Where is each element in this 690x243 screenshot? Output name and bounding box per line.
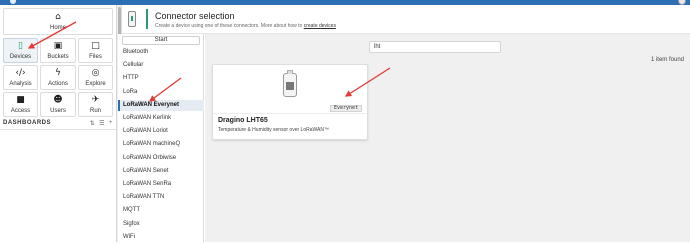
connector-item[interactable]: Bluetooth [118,47,204,58]
subtitle-text: Create a device using one of these conne… [155,23,303,29]
lock-icon: ■ [16,94,25,105]
connector-item[interactable]: MQTT [118,205,204,216]
nav-tile-files[interactable]: □ Files [78,38,113,63]
connector-item[interactable]: LoRaWAN machineQ [118,139,204,150]
dashboards-label: DASHBOARDS [3,120,52,126]
accent-bar [146,9,148,29]
nav-tile-run[interactable]: ✈ Run [78,92,113,117]
page-header: Connector selection Create a device usin… [122,5,690,34]
nav-tile-actions[interactable]: ϟ Actions [40,65,76,90]
connector-item[interactable]: LoRaWAN Kerlink [118,113,204,124]
connector-card[interactable]: Everynet Dragino LHT65 Temperature & Hum… [212,64,368,140]
connector-item[interactable]: LoRaWAN Senet [118,166,204,177]
connector-list: Start Bluetooth Cellular HTTP LoRa LoRaWAN E… [118,34,204,242]
nav-tile-label: Analysis [9,80,32,87]
nav-tile-home[interactable]: ⌂ Home [3,8,113,35]
device-antenna [287,70,293,74]
card-divider [213,113,367,114]
nav-tile-label: Access [10,107,31,114]
nav-tile-devices[interactable]: ▯ Devices [3,38,38,63]
page-subtitle: Create a device using one of these conne… [155,23,336,29]
nav-tile-label: Files [89,53,102,60]
nav-tile-label: Actions [48,80,68,87]
explore-icon: ◎ [91,67,100,78]
dashboards-header: DASHBOARDS ⇅ ☰ + [3,118,113,128]
connector-item[interactable]: LoRaWAN Orbiwise [118,153,204,164]
nav-tile-label: Explore [85,80,106,87]
main-content: lht 1 item found Everynet Dragino LHT65 … [205,34,690,242]
result-count: 1 item found [650,57,684,63]
connector-item[interactable]: LoRaWAN Everynet [118,99,204,111]
start-button[interactable]: Start [122,36,200,45]
files-icon: □ [91,40,100,51]
device-image [283,70,297,97]
nav-tile-label: Run [89,107,101,114]
dashboards-tools: ⇅ ☰ + [90,120,113,127]
buckets-icon: ▣ [53,40,63,51]
search-input[interactable]: lht [369,41,501,53]
connector-item[interactable]: LoRa [118,87,204,98]
create-devices-link[interactable]: create devices [304,23,336,29]
connector-item[interactable]: Cellular [118,60,204,71]
nav-tile-access[interactable]: ■ Access [3,92,38,117]
run-icon: ✈ [91,94,100,105]
card-title: Dragino LHT65 [218,117,268,124]
devices-icon: ▯ [18,40,23,51]
card-description: Temperature & Humidity sensor over LoRaW… [218,127,329,133]
connector-item[interactable]: HTTP [118,73,204,84]
analysis-icon: ‹/› [15,67,26,78]
users-icon: ☻ [53,94,63,105]
divider [0,129,117,130]
app-logo-icon[interactable] [10,0,16,4]
connector-item[interactable]: WiFi [118,232,204,243]
list-icon[interactable]: ☰ [99,120,105,127]
connector-item[interactable]: LoRaWAN Loriot [118,126,204,137]
connector-item[interactable]: LoRaWAN TTN [118,192,204,203]
nav-tile-analysis[interactable]: ‹/› Analysis [3,65,38,90]
device-label [286,82,294,90]
sidebar: ⌂ Home ▯ Devices ▣ Buckets □ Files ‹/› Analysis ϟ A… [0,5,117,242]
nav-tile-label: Buckets [47,53,69,60]
page-title: Connector selection [155,11,235,21]
connector-item[interactable]: Sigfox [118,219,204,230]
nav-tile-explore[interactable]: ◎ Explore [78,65,113,90]
add-dashboard-icon[interactable]: + [109,120,113,127]
nav-tile-label: Devices [9,53,32,60]
device-icon [128,11,136,27]
sort-icon[interactable]: ⇅ [90,120,96,127]
network-badge: Everynet [330,105,363,112]
nav-tile-users[interactable]: ☻ Users [40,92,76,117]
connector-item[interactable]: LoRaWAN SenRa [118,179,204,190]
actions-icon: ϟ [55,67,61,78]
nav-tile-buckets[interactable]: ▣ Buckets [40,38,76,63]
nav-tile-label: Users [50,107,66,114]
home-icon: ⌂ [55,11,61,22]
nav-tile-label: Home [49,24,66,31]
